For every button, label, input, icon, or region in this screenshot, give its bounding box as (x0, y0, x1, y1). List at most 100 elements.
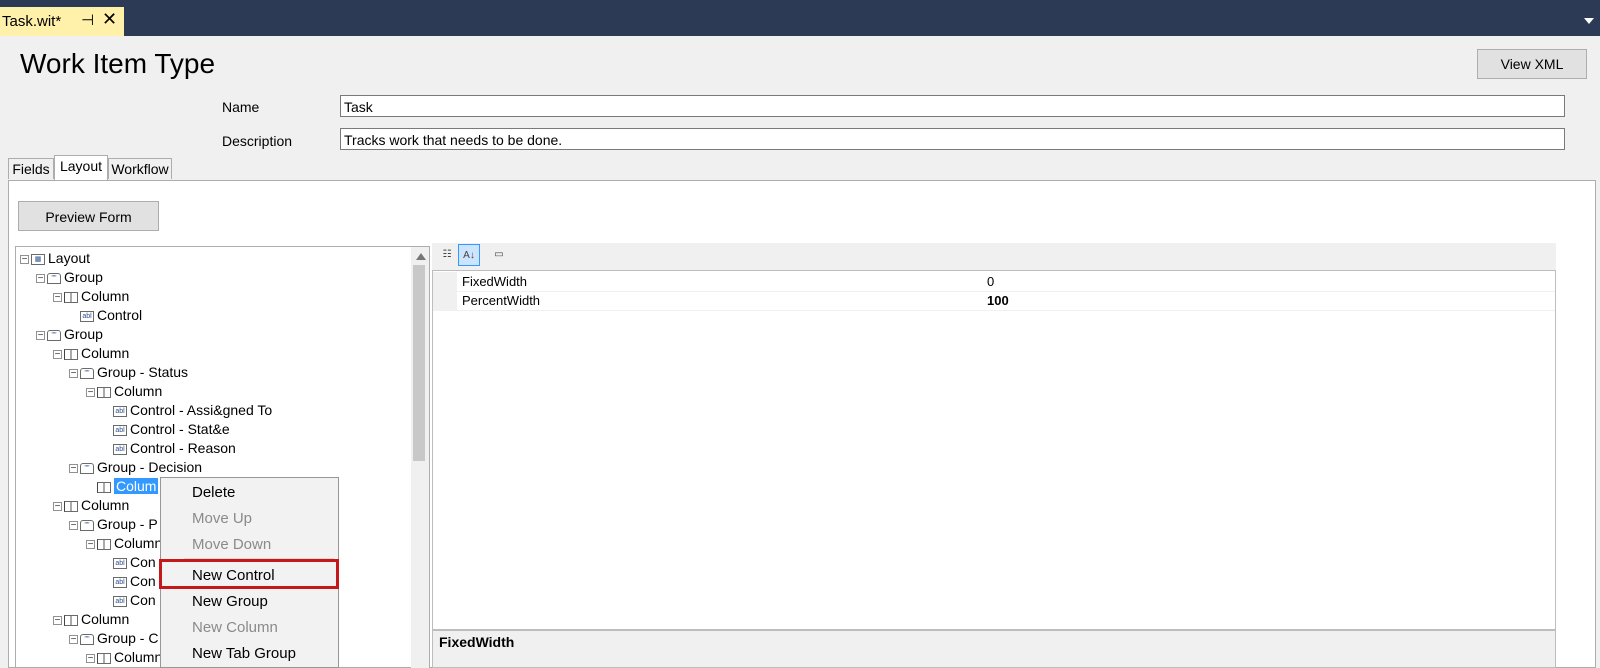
tree-node[interactable]: abl Con (102, 553, 156, 572)
column-icon (97, 652, 111, 664)
categorized-icon[interactable]: ☷ (436, 244, 458, 266)
tab-overflow-icon[interactable] (1584, 18, 1594, 24)
tree-node[interactable]: abl Control - Stat&e (102, 420, 230, 439)
document-tab-title: Task.wit* (2, 13, 62, 30)
collapse-icon[interactable]: − (86, 539, 95, 549)
menu-item-new-tab-group[interactable]: New Tab Group (192, 641, 296, 667)
collapse-icon[interactable]: − (69, 368, 78, 378)
tab-fields[interactable]: Fields (8, 158, 54, 179)
tree-node[interactable]: − Column (53, 610, 129, 629)
tree-node[interactable]: − Column (53, 344, 129, 363)
tree-node[interactable]: − "" Group - Decision (69, 458, 202, 477)
menu-item-new-group[interactable]: New Group (192, 589, 268, 615)
collapse-icon[interactable]: − (69, 520, 78, 530)
property-name: PercentWidth (462, 293, 541, 308)
collapse-icon[interactable]: − (86, 653, 95, 663)
highlight-box (159, 559, 339, 589)
collapse-icon[interactable]: − (53, 292, 62, 302)
tree-node[interactable]: − Column (86, 534, 162, 553)
column-icon (97, 386, 111, 398)
pin-icon[interactable]: ⊣ (81, 11, 94, 29)
property-description-title: FixedWidth (439, 634, 515, 650)
tree-node-label: Column (81, 345, 130, 361)
column-icon (64, 291, 78, 303)
property-row[interactable]: FixedWidth 0 (433, 272, 1555, 292)
name-label: Name (222, 99, 260, 115)
group-icon: "" (47, 329, 61, 341)
tree-node[interactable]: − Column (53, 287, 129, 306)
tree-node[interactable]: abl Control - Assi&gned To (102, 401, 272, 420)
control-icon: abl (113, 424, 127, 436)
tree-node-label: Group - P (97, 516, 158, 532)
collapse-icon[interactable]: − (69, 634, 78, 644)
tree-node[interactable]: abl Control - Reason (102, 439, 236, 458)
tree-node-label: Group - Decision (97, 459, 203, 475)
title-bar (0, 0, 1600, 36)
property-grid: FixedWidth 0 PercentWidth 100 (432, 270, 1556, 630)
layout-icon: ▦ (31, 253, 45, 265)
collapse-icon[interactable]: − (36, 273, 45, 283)
tree-node[interactable]: Colum (86, 477, 159, 496)
group-icon: "" (80, 462, 94, 474)
property-description: FixedWidth (432, 630, 1556, 668)
tree-node-label: Con (130, 573, 156, 589)
alphabetical-icon[interactable]: A↓ (458, 244, 480, 266)
tree-node-label: Group (64, 269, 103, 285)
collapse-icon[interactable]: − (53, 349, 62, 359)
tree-node[interactable]: abl Control (69, 306, 142, 325)
tree-node[interactable]: abl Con (102, 591, 156, 610)
collapse-icon[interactable]: − (20, 254, 29, 264)
group-icon: "" (47, 272, 61, 284)
tree-node-label: Colum (114, 478, 159, 494)
tree-node-label: Group - Status (97, 364, 189, 380)
tree-node[interactable]: − "" Group (36, 325, 103, 344)
property-pages-icon[interactable]: ▭ (488, 244, 510, 266)
scroll-up-icon[interactable] (416, 253, 426, 260)
close-icon[interactable]: ✕ (102, 9, 117, 30)
group-icon: "" (80, 633, 94, 645)
tab-layout[interactable]: Layout (54, 155, 108, 180)
collapse-icon[interactable]: − (53, 501, 62, 511)
tree-node-label: Group - C (97, 630, 159, 646)
property-value[interactable]: 0 (987, 272, 994, 291)
column-icon (97, 538, 111, 550)
menu-item-new-column[interactable]: New Column (192, 615, 278, 641)
menu-item-move-up[interactable]: Move Up (192, 506, 252, 532)
column-icon (97, 481, 111, 493)
group-icon: "" (80, 519, 94, 531)
collapse-icon[interactable]: − (53, 615, 62, 625)
control-icon: abl (80, 310, 94, 322)
tree-node-label: Column (114, 649, 163, 665)
tree-node[interactable]: − Column (86, 648, 162, 667)
tree-node[interactable]: − "" Group - Status (69, 363, 188, 382)
tree-node[interactable]: − "" Group - P (69, 515, 158, 534)
tree-scrollbar[interactable] (411, 247, 429, 668)
document-tab[interactable]: Task.wit* ⊣ ✕ (0, 7, 124, 36)
group-icon: "" (80, 367, 94, 379)
tree-node[interactable]: − Column (86, 382, 162, 401)
tree-node-label: Con (130, 554, 156, 570)
collapse-icon[interactable]: − (86, 387, 95, 397)
tree-node-label: Control - Reason (130, 440, 236, 456)
collapse-icon[interactable]: − (36, 330, 45, 340)
tree-node[interactable]: − Column (53, 496, 129, 515)
view-xml-button[interactable]: View XML (1477, 49, 1587, 79)
preview-form-button[interactable]: Preview Form (18, 201, 159, 231)
name-field[interactable]: Task (340, 95, 1565, 117)
control-icon: abl (113, 576, 127, 588)
tree-node[interactable]: − "" Group (36, 268, 103, 287)
property-row[interactable]: PercentWidth 100 (433, 291, 1555, 311)
collapse-icon[interactable]: − (69, 463, 78, 473)
description-field[interactable]: Tracks work that needs to be done. (340, 128, 1565, 150)
menu-item-move-down[interactable]: Move Down (192, 532, 271, 558)
tree-node-label: Column (81, 497, 130, 513)
tab-workflow[interactable]: Workflow (108, 158, 172, 179)
property-value[interactable]: 100 (987, 291, 1009, 310)
tree-node[interactable]: abl Con (102, 572, 156, 591)
control-icon: abl (113, 443, 127, 455)
tree-node[interactable]: − ▦ Layout (20, 249, 90, 268)
scroll-thumb[interactable] (413, 265, 425, 461)
property-toolbar: ☷ A↓ ▭ (432, 243, 1556, 270)
tree-node[interactable]: − "" Group - C (69, 629, 158, 648)
menu-item-delete[interactable]: Delete (192, 480, 235, 506)
